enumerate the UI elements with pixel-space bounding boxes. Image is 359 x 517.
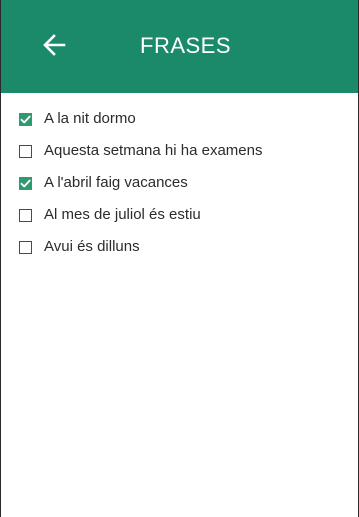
phrase-list: A la nit dormo Aquesta setmana hi ha exa… (0, 103, 359, 263)
back-button[interactable] (34, 27, 74, 67)
phrase-label: Avui és dilluns (44, 238, 140, 255)
phrase-label: Al mes de juliol és estiu (44, 206, 201, 223)
checkbox-unchecked[interactable] (19, 145, 32, 158)
phrase-item[interactable]: A l'abril faig vacances (0, 167, 359, 199)
phrase-label: Aquesta setmana hi ha examens (44, 142, 263, 159)
checkbox-checked[interactable] (19, 177, 32, 190)
checkbox-unchecked[interactable] (19, 209, 32, 222)
phrase-label: A la nit dormo (44, 110, 136, 127)
phrase-item[interactable]: A la nit dormo (0, 103, 359, 135)
checkbox-unchecked[interactable] (19, 241, 32, 254)
window-border-left (0, 0, 1, 517)
arrow-left-icon (42, 33, 66, 62)
page-title: FRASES (140, 33, 232, 58)
phrase-item[interactable]: Aquesta setmana hi ha examens (0, 135, 359, 167)
checkbox-checked[interactable] (19, 113, 32, 126)
app-screen: FRASES A la nit dormo Aquesta setmana hi… (0, 0, 359, 517)
app-bar: FRASES (0, 0, 359, 93)
phrase-item[interactable]: Avui és dilluns (0, 231, 359, 263)
phrase-item[interactable]: Al mes de juliol és estiu (0, 199, 359, 231)
phrase-label: A l'abril faig vacances (44, 174, 188, 191)
